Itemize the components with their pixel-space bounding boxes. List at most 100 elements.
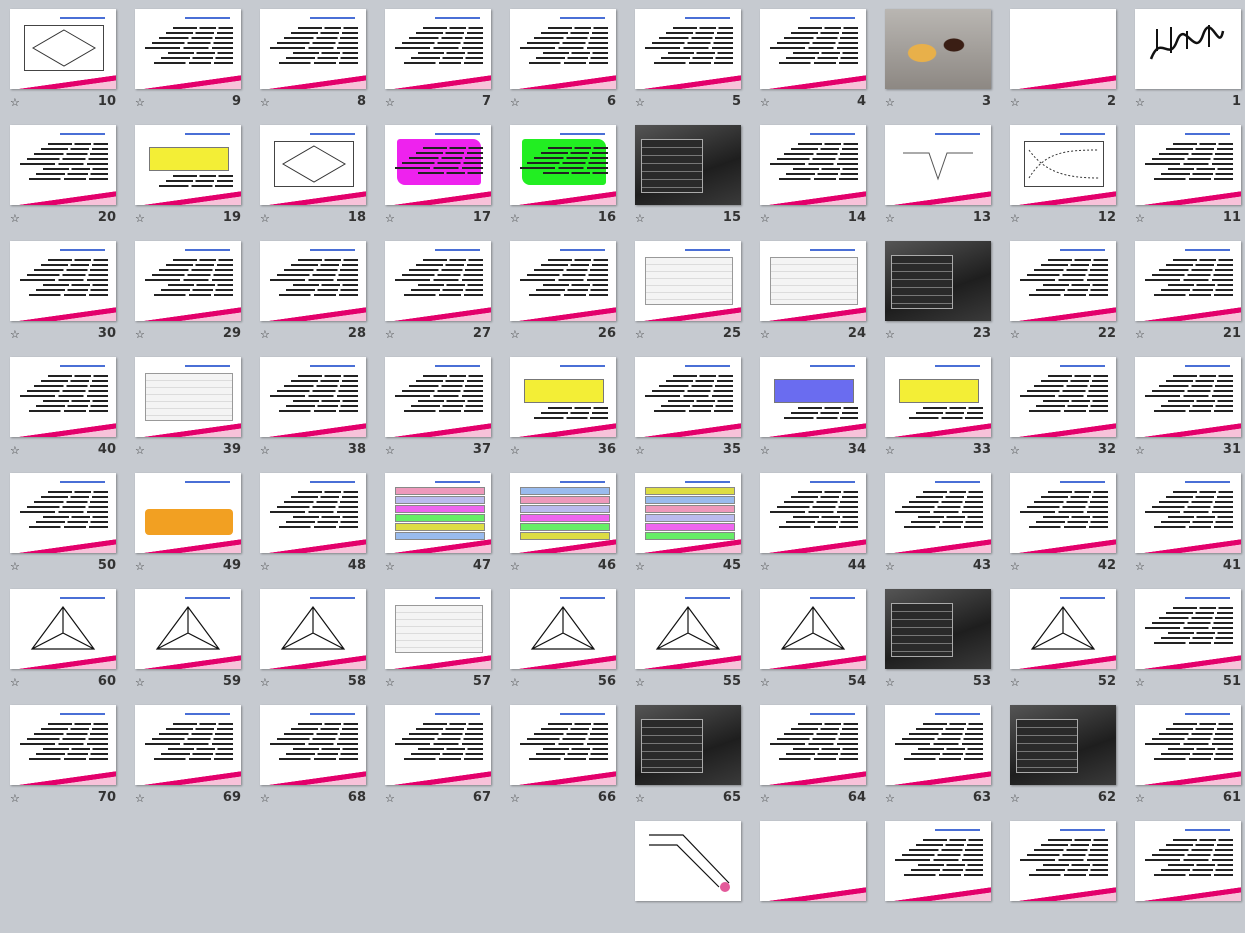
slide-thumbnail-cell[interactable]: ☆ 47 xyxy=(380,469,505,585)
slide-thumbnail[interactable] xyxy=(385,473,491,553)
slide-thumbnail[interactable] xyxy=(1010,473,1116,553)
slide-thumbnail[interactable] xyxy=(510,357,616,437)
slide-transition-star-icon[interactable]: ☆ xyxy=(1010,213,1021,224)
slide-thumbnail-cell[interactable]: ☆ 35 xyxy=(630,353,755,469)
slide-thumbnail[interactable] xyxy=(635,821,741,901)
slide-thumbnail[interactable] xyxy=(1135,589,1241,669)
slide-thumbnail[interactable] xyxy=(1135,705,1241,785)
slide-thumbnail-cell[interactable]: ☆ 2 xyxy=(1005,5,1130,121)
slide-thumbnail-cell[interactable]: ☆ 59 xyxy=(130,585,255,701)
slide-thumbnail-cell[interactable]: ☆ 64 xyxy=(755,701,880,817)
slide-thumbnail-cell[interactable]: ☆ 37 xyxy=(380,353,505,469)
slide-thumbnail-cell[interactable]: ☆ 36 xyxy=(505,353,630,469)
slide-thumbnail[interactable] xyxy=(885,9,991,89)
slide-transition-star-icon[interactable]: ☆ xyxy=(10,445,21,456)
slide-thumbnail[interactable] xyxy=(635,705,741,785)
slide-thumbnail-cell[interactable]: ☆ 69 xyxy=(130,701,255,817)
slide-thumbnail[interactable] xyxy=(760,473,866,553)
slide-thumbnail[interactable] xyxy=(510,589,616,669)
slide-thumbnail[interactable] xyxy=(635,125,741,205)
slide-thumbnail[interactable] xyxy=(1010,821,1116,901)
slide-transition-star-icon[interactable]: ☆ xyxy=(635,445,646,456)
slide-thumbnail-cell[interactable]: ☆ 42 xyxy=(1005,469,1130,585)
slide-thumbnail-cell[interactable]: ☆ 21 xyxy=(1130,237,1245,353)
slide-transition-star-icon[interactable]: ☆ xyxy=(510,561,521,572)
slide-transition-star-icon[interactable]: ☆ xyxy=(885,445,896,456)
slide-transition-star-icon[interactable]: ☆ xyxy=(635,677,646,688)
slide-thumbnail[interactable] xyxy=(885,125,991,205)
slide-thumbnail-cell[interactable]: ☆ 1 xyxy=(1130,5,1245,121)
slide-transition-star-icon[interactable]: ☆ xyxy=(635,793,646,804)
slide-transition-star-icon[interactable]: ☆ xyxy=(760,213,771,224)
slide-thumbnail-cell[interactable]: ☆ 25 xyxy=(630,237,755,353)
slide-transition-star-icon[interactable]: ☆ xyxy=(1010,793,1021,804)
slide-thumbnail[interactable] xyxy=(510,241,616,321)
slide-thumbnail-cell[interactable]: ☆ 60 xyxy=(5,585,130,701)
slide-transition-star-icon[interactable]: ☆ xyxy=(510,445,521,456)
slide-thumbnail-cell[interactable]: ☆ 39 xyxy=(130,353,255,469)
slide-thumbnail[interactable] xyxy=(885,705,991,785)
slide-transition-star-icon[interactable]: ☆ xyxy=(1135,677,1146,688)
slide-thumbnail[interactable] xyxy=(760,9,866,89)
slide-thumbnail[interactable] xyxy=(1010,125,1116,205)
slide-thumbnail-cell[interactable] xyxy=(880,817,1005,933)
slide-thumbnail[interactable] xyxy=(135,125,241,205)
slide-thumbnail[interactable] xyxy=(760,705,866,785)
slide-thumbnail[interactable] xyxy=(1010,241,1116,321)
slide-thumbnail[interactable] xyxy=(635,473,741,553)
slide-thumbnail-cell[interactable]: ☆ 15 xyxy=(630,121,755,237)
slide-transition-star-icon[interactable]: ☆ xyxy=(10,793,21,804)
slide-transition-star-icon[interactable]: ☆ xyxy=(635,97,646,108)
slide-thumbnail-cell[interactable]: ☆ 30 xyxy=(5,237,130,353)
slide-transition-star-icon[interactable]: ☆ xyxy=(885,793,896,804)
slide-thumbnail-cell[interactable]: ☆ 56 xyxy=(505,585,630,701)
slide-thumbnail-cell[interactable] xyxy=(1130,817,1245,933)
slide-transition-star-icon[interactable]: ☆ xyxy=(885,97,896,108)
slide-thumbnail[interactable] xyxy=(510,705,616,785)
slide-thumbnail-cell[interactable]: ☆ 63 xyxy=(880,701,1005,817)
slide-thumbnail-cell[interactable]: ☆ 45 xyxy=(630,469,755,585)
slide-transition-star-icon[interactable]: ☆ xyxy=(1135,329,1146,340)
slide-thumbnail[interactable] xyxy=(1010,589,1116,669)
slide-thumbnail-cell[interactable] xyxy=(630,817,755,933)
slide-thumbnail[interactable] xyxy=(1010,357,1116,437)
slide-thumbnail[interactable] xyxy=(635,589,741,669)
slide-transition-star-icon[interactable]: ☆ xyxy=(635,561,646,572)
slide-transition-star-icon[interactable]: ☆ xyxy=(135,97,146,108)
slide-thumbnail-cell[interactable]: ☆ 17 xyxy=(380,121,505,237)
slide-transition-star-icon[interactable]: ☆ xyxy=(10,213,21,224)
slide-thumbnail[interactable] xyxy=(510,9,616,89)
slide-thumbnail-cell[interactable]: ☆ 9 xyxy=(130,5,255,121)
slide-transition-star-icon[interactable]: ☆ xyxy=(760,445,771,456)
slide-transition-star-icon[interactable]: ☆ xyxy=(510,97,521,108)
slide-transition-star-icon[interactable]: ☆ xyxy=(885,213,896,224)
slide-thumbnail-cell[interactable]: ☆ 40 xyxy=(5,353,130,469)
slide-thumbnail[interactable] xyxy=(385,241,491,321)
slide-transition-star-icon[interactable]: ☆ xyxy=(635,329,646,340)
slide-thumbnail[interactable] xyxy=(885,589,991,669)
slide-transition-star-icon[interactable]: ☆ xyxy=(10,677,21,688)
slide-thumbnail[interactable] xyxy=(10,241,116,321)
slide-thumbnail[interactable] xyxy=(885,241,991,321)
slide-transition-star-icon[interactable]: ☆ xyxy=(260,213,271,224)
slide-transition-star-icon[interactable]: ☆ xyxy=(135,793,146,804)
slide-thumbnail[interactable] xyxy=(635,357,741,437)
slide-transition-star-icon[interactable]: ☆ xyxy=(760,677,771,688)
slide-transition-star-icon[interactable]: ☆ xyxy=(10,97,21,108)
slide-thumbnail-cell[interactable]: ☆ 4 xyxy=(755,5,880,121)
slide-transition-star-icon[interactable]: ☆ xyxy=(385,793,396,804)
slide-transition-star-icon[interactable]: ☆ xyxy=(1135,97,1146,108)
slide-transition-star-icon[interactable]: ☆ xyxy=(885,561,896,572)
slide-transition-star-icon[interactable]: ☆ xyxy=(1010,329,1021,340)
slide-thumbnail-cell[interactable]: ☆ 62 xyxy=(1005,701,1130,817)
slide-thumbnail-cell[interactable]: ☆ 53 xyxy=(880,585,1005,701)
slide-thumbnail-cell[interactable]: ☆ 11 xyxy=(1130,121,1245,237)
slide-thumbnail[interactable] xyxy=(260,9,366,89)
slide-transition-star-icon[interactable]: ☆ xyxy=(1135,561,1146,572)
slide-thumbnail[interactable] xyxy=(635,241,741,321)
slide-thumbnail-cell[interactable]: ☆ 70 xyxy=(5,701,130,817)
slide-thumbnail-cell[interactable]: ☆ 46 xyxy=(505,469,630,585)
slide-thumbnail[interactable] xyxy=(260,589,366,669)
slide-transition-star-icon[interactable]: ☆ xyxy=(135,213,146,224)
slide-thumbnail[interactable] xyxy=(260,705,366,785)
